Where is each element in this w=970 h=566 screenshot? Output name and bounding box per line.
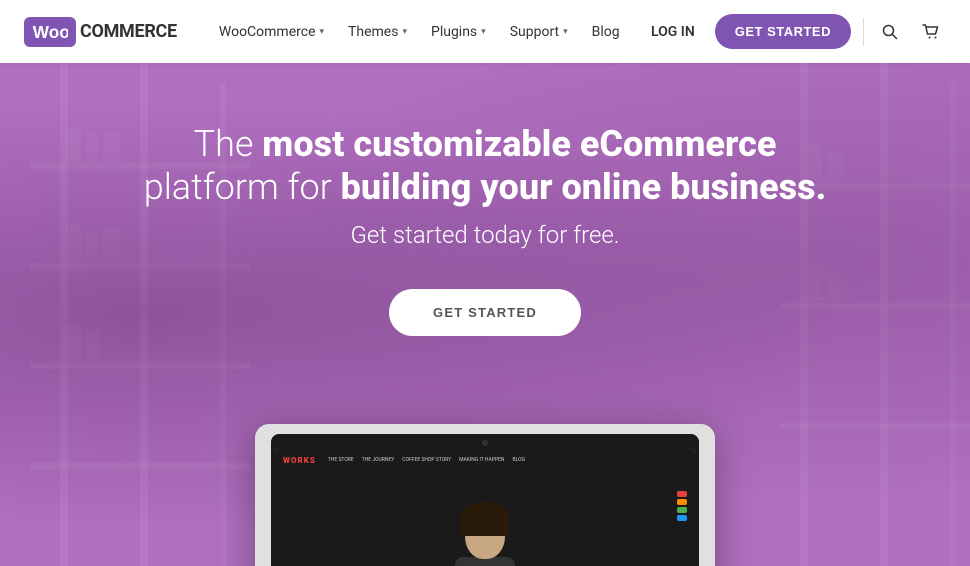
login-button[interactable]: LOG IN [643,20,703,44]
screen-nav-item: THE JOURNEY [362,457,395,463]
get-started-nav-button[interactable]: GET STARTED [715,14,851,49]
navbar: Woo COMMERCE WooCommerce ▾ Themes ▾ Plug… [0,0,970,63]
screen-site-logo: WORKS [283,456,316,465]
nav-item-support[interactable]: Support ▾ [500,16,578,48]
nav-item-themes[interactable]: Themes ▾ [338,16,417,48]
logo-link[interactable]: Woo COMMERCE [24,17,177,47]
search-icon [882,24,898,40]
chevron-down-icon: ▾ [320,27,325,37]
laptop-bezel: WORKS THE STORE THE JOURNEY COFFEE SHOP … [271,434,699,566]
chevron-down-icon: ▾ [402,27,407,37]
screen-nav-item: THE STORE [328,457,354,463]
screen-side-btn-4 [677,515,687,521]
commerce-logo-text: COMMERCE [80,21,177,42]
chevron-down-icon: ▾ [563,27,568,37]
hero-get-started-button[interactable]: GET STARTED [389,289,581,336]
laptop-screen: WORKS THE STORE THE JOURNEY COFFEE SHOP … [275,449,695,566]
cart-button[interactable] [916,20,946,44]
laptop-camera-dot [482,440,488,446]
cart-icon [922,24,940,40]
screen-side-btn-1 [677,491,687,497]
screen-nav-item: COFFEE SHOP STORY [402,457,451,463]
screen-nav-items: THE STORE THE JOURNEY COFFEE SHOP STORY … [328,457,525,463]
nav-right: LOG IN GET STARTED [643,14,946,49]
nav-item-blog[interactable]: Blog [582,16,630,48]
hero-subtitle: Get started today for free. [144,221,827,249]
screen-nav-item: MAKING IT HAPPEN [459,457,504,463]
hero-content: The most customizable eCommerce platform… [104,123,867,336]
laptop-mockup: WORKS THE STORE THE JOURNEY COFFEE SHOP … [255,424,715,566]
laptop-outer-frame: WORKS THE STORE THE JOURNEY COFFEE SHOP … [255,424,715,566]
hero-section: The most customizable eCommerce platform… [0,63,970,566]
nav-divider [863,18,864,46]
nav-links: WooCommerce ▾ Themes ▾ Plugins ▾ Support… [209,16,643,48]
screen-person-figure [445,509,525,566]
nav-item-plugins[interactable]: Plugins ▾ [421,16,496,48]
screen-side-buttons [677,491,687,521]
chevron-down-icon: ▾ [481,27,486,37]
screen-side-btn-2 [677,499,687,505]
svg-text:Woo: Woo [33,22,68,42]
hero-headline-line2: platform for building your online busine… [144,166,827,209]
search-button[interactable] [876,20,904,44]
hero-headline-line1: The most customizable eCommerce [144,123,827,166]
screen-side-btn-3 [677,507,687,513]
nav-item-woocommerce[interactable]: WooCommerce ▾ [209,16,334,48]
screen-body [275,471,695,566]
woo-logo-icon: Woo [24,17,76,47]
person-hair [461,501,509,536]
screen-navbar: WORKS THE STORE THE JOURNEY COFFEE SHOP … [275,449,695,471]
person-head [465,509,505,559]
screen-nav-item: BLOG [513,457,526,463]
